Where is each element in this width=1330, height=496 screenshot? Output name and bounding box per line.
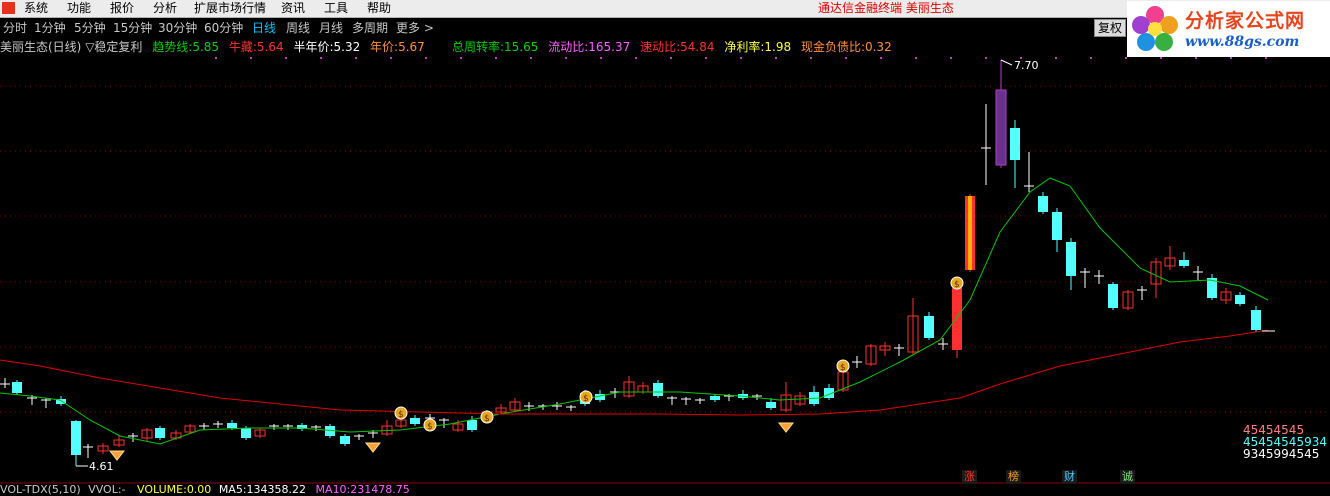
high-pointer [1000,59,1013,66]
candle-body-down [1235,295,1245,304]
kline-chart[interactable]: $ $ $ $ $ $7.70 4.61 [0,0,1330,496]
top-dot-marker [1230,57,1232,59]
top-dot-marker [775,57,777,59]
legend-value-3: 9345994545 [1243,447,1320,461]
top-dot-marker [915,57,917,59]
vol-indicator-name[interactable]: VOL-TDX(5,10) [0,483,81,496]
candle-body-down [1066,242,1076,276]
top-dot-marker [740,57,742,59]
money-bag-symbol: $ [484,414,490,424]
ma10-label: MA10: [315,483,351,496]
ma5-label: MA5: [218,483,247,496]
top-dot-marker [565,57,567,59]
candle-body-down [653,383,663,396]
money-bag-symbol: $ [427,422,433,432]
candle-body-down [924,316,934,338]
top-dot-marker [250,57,252,59]
candle-body-down [410,418,420,424]
volume-label: VOLUME: [137,483,187,496]
candle-body-down [241,428,251,438]
tag-finance[interactable]: 财 [1062,470,1077,484]
volume-value: 0.00 [186,483,212,496]
top-dot-marker [1055,57,1057,59]
diamond-icon [364,442,382,453]
top-dot-marker [985,57,987,59]
candle-body-up [952,288,962,350]
money-bag-symbol: $ [840,363,846,373]
diamond-icon [108,450,126,461]
tag-integrity[interactable]: 诚 [1120,470,1135,484]
top-dot-marker [1160,57,1162,59]
candle-body-down [12,382,22,393]
top-dot-marker [950,57,952,59]
candle-body-down [467,420,477,430]
vvol-label: VVOL: [88,483,122,496]
top-dot-marker [1125,57,1127,59]
top-dot-marker [425,57,427,59]
top-dot-marker [390,57,392,59]
top-dot-marker [635,57,637,59]
top-dot-marker [530,57,532,59]
volume-indicator-bar: VOL-TDX(5,10) VVOL:- VOLUME:0.00 MA5:134… [0,484,1330,496]
top-dot-marker [215,57,217,59]
candle-body-down [227,423,237,428]
candle-body-down [1038,196,1048,212]
candle-body-down [340,436,350,444]
top-dot-marker [320,57,322,59]
candle-body-up [995,89,1007,166]
halfyear-line [0,329,1269,416]
candle-body-down [1179,260,1189,266]
candle-highlight [968,196,972,270]
top-dot-marker [355,57,357,59]
top-dot-marker [705,57,707,59]
top-dot-marker [1090,57,1092,59]
tag-ranking[interactable]: 榜 [1006,470,1021,484]
candle-body-down [1052,212,1062,240]
trend-line [0,177,1269,445]
candle-body-down [1108,284,1118,308]
top-dot-marker [1265,57,1267,59]
high-price-label: 7.70 [1014,59,1039,72]
top-dot-marker [880,57,882,59]
money-bag-symbol: $ [583,394,589,404]
top-dot-marker [845,57,847,59]
candle-body-down [155,428,165,438]
top-dot-marker [460,57,462,59]
top-dot-marker [600,57,602,59]
low-price-label: 4.61 [89,460,114,473]
top-dot-marker [285,57,287,59]
money-bag-symbol: $ [398,410,404,420]
candle-body-down [766,402,776,408]
candle-body-down [71,421,81,455]
diamond-icon [777,422,795,433]
candle-body-down [1010,128,1020,160]
top-dot-marker [810,57,812,59]
top-dot-marker [1195,57,1197,59]
vvol-value: - [121,483,126,496]
top-dot-marker [670,57,672,59]
candle-body-down [1251,310,1261,330]
candle-body-down [710,396,720,400]
ma5-value: 134358.22 [246,483,307,496]
ma10-value: 231478.75 [350,483,410,496]
money-bag-symbol: $ [954,280,960,290]
top-dot-marker [495,57,497,59]
tag-rise[interactable]: 涨 [962,470,977,484]
